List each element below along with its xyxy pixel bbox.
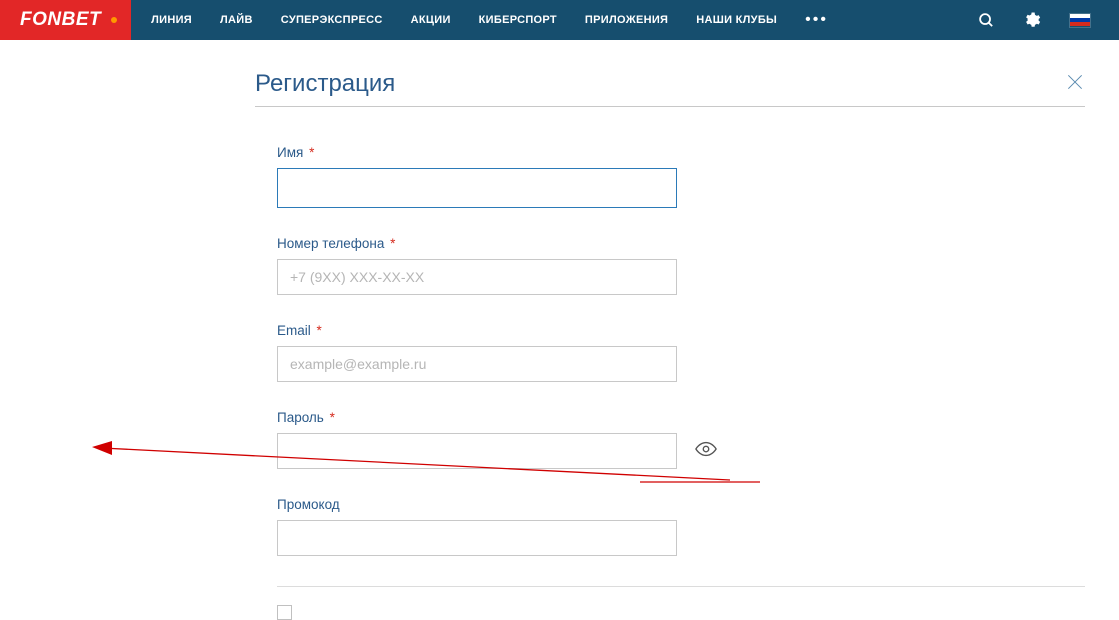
page-title: Регистрация — [255, 70, 395, 98]
form-group-phone: Номер телефона * — [277, 236, 1089, 295]
required-mark: * — [330, 410, 335, 425]
nav-live[interactable]: ЛАЙВ — [220, 14, 253, 26]
registration-form: Имя * Номер телефона * Email * Пароль * — [255, 145, 1089, 620]
phone-label: Номер телефона * — [277, 236, 1089, 251]
nav-more-icon[interactable]: ••• — [805, 11, 828, 29]
nav-clubs[interactable]: НАШИ КЛУБЫ — [696, 14, 777, 26]
form-group-promo: Промокод — [277, 497, 1089, 556]
required-mark: * — [390, 236, 395, 251]
agreement-checkbox[interactable] — [277, 605, 292, 620]
name-label: Имя * — [277, 145, 1089, 160]
nav-superexpress[interactable]: СУПЕРЭКСПРЕСС — [281, 14, 383, 26]
password-label: Пароль * — [277, 410, 1089, 425]
search-icon[interactable] — [978, 12, 995, 29]
page-header: Регистрация — [255, 70, 1085, 107]
logo[interactable]: FONBET — [0, 0, 131, 40]
email-input[interactable] — [277, 346, 677, 382]
nav-promo[interactable]: АКЦИИ — [411, 14, 451, 26]
form-group-password: Пароль * — [277, 410, 1089, 469]
language-flag-ru[interactable] — [1069, 13, 1091, 28]
main-header: FONBET ЛИНИЯ ЛАЙВ СУПЕРЭКСПРЕСС АКЦИИ КИ… — [0, 0, 1119, 40]
nav-line[interactable]: ЛИНИЯ — [151, 14, 192, 26]
password-input[interactable] — [277, 433, 677, 469]
name-input[interactable] — [277, 168, 677, 208]
promo-label: Промокод — [277, 497, 1089, 512]
eye-icon[interactable] — [695, 441, 717, 462]
main-nav: ЛИНИЯ ЛАЙВ СУПЕРЭКСПРЕСС АКЦИИ КИБЕРСПОР… — [131, 11, 978, 29]
divider — [277, 586, 1085, 587]
logo-text: FONBET — [20, 9, 101, 31]
required-mark: * — [317, 323, 322, 338]
form-group-email: Email * — [277, 323, 1089, 382]
email-label: Email * — [277, 323, 1089, 338]
close-icon[interactable] — [1065, 72, 1085, 97]
gear-icon[interactable] — [1023, 11, 1041, 29]
content-area: Регистрация Имя * Номер телефона * Email… — [0, 40, 1119, 620]
flag-stripe-icon — [1070, 22, 1090, 26]
header-actions — [978, 11, 1119, 29]
required-mark: * — [309, 145, 314, 160]
nav-esports[interactable]: КИБЕРСПОРТ — [479, 14, 557, 26]
nav-apps[interactable]: ПРИЛОЖЕНИЯ — [585, 14, 668, 26]
phone-input[interactable] — [277, 259, 677, 295]
logo-dot-icon — [111, 17, 117, 23]
promo-input[interactable] — [277, 520, 677, 556]
form-group-name: Имя * — [277, 145, 1089, 208]
password-row — [277, 433, 1089, 469]
